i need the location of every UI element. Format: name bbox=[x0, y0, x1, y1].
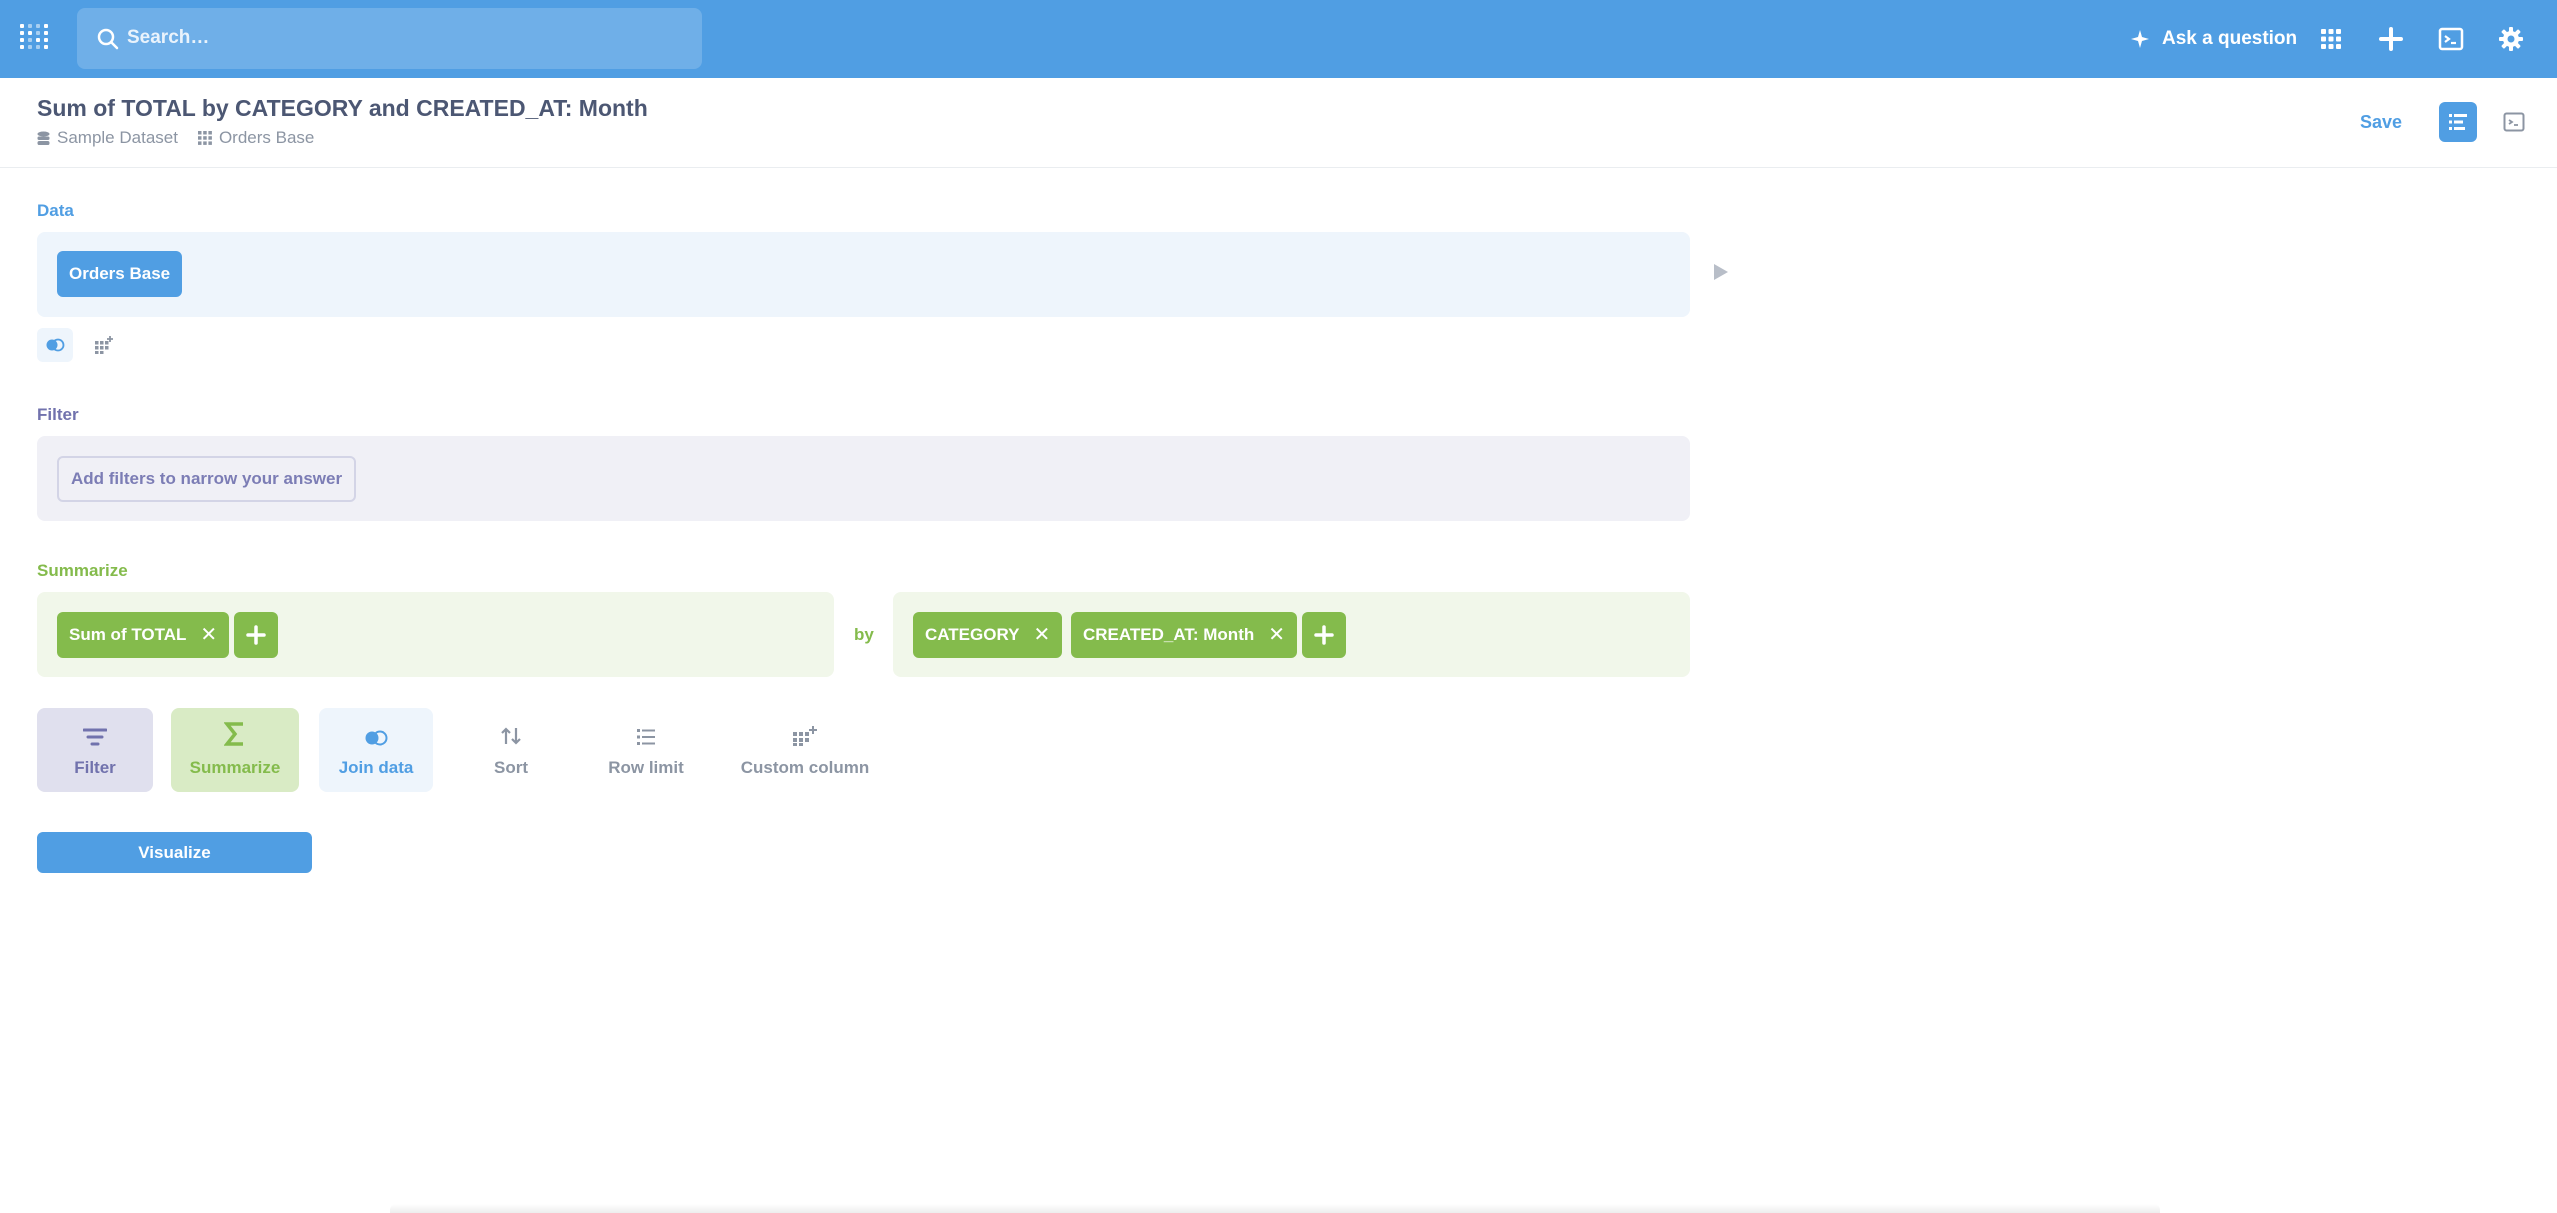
breakout-label: CATEGORY bbox=[925, 625, 1020, 644]
gear-icon[interactable] bbox=[2494, 22, 2528, 56]
sort-action-button[interactable]: Sort bbox=[454, 708, 568, 792]
custom-column-action-label: Custom column bbox=[740, 758, 870, 777]
breakout-pill-category[interactable]: CATEGORY ✕ bbox=[913, 612, 1063, 658]
notebook-icon bbox=[2449, 114, 2467, 130]
add-filter-label: Add filters to narrow your answer bbox=[71, 469, 343, 488]
sparkle-icon bbox=[2131, 30, 2149, 48]
join-mini-button[interactable] bbox=[37, 328, 73, 362]
plus-icon[interactable] bbox=[2374, 22, 2408, 56]
page-title: Sum of TOTAL by CATEGORY and CREATED_AT:… bbox=[37, 95, 648, 121]
terminal-icon[interactable] bbox=[2434, 22, 2468, 56]
add-breakout-button[interactable] bbox=[1302, 612, 1346, 658]
breadcrumb-table[interactable]: Orders Base bbox=[197, 128, 315, 148]
apps-grid-icon[interactable] bbox=[2314, 22, 2348, 56]
sort-action-label: Sort bbox=[494, 758, 528, 777]
breakout-label: CREATED_AT: Month bbox=[1083, 625, 1255, 644]
bottom-panel-edge bbox=[390, 1204, 2160, 1213]
preview-play-icon[interactable] bbox=[1712, 262, 1730, 287]
sort-icon bbox=[501, 727, 521, 745]
breadcrumb-database-label: Sample Dataset bbox=[57, 128, 178, 147]
breadcrumb-database[interactable]: Sample Dataset bbox=[37, 128, 178, 148]
view-sql-icon[interactable] bbox=[2500, 108, 2528, 136]
add-column-icon bbox=[793, 726, 817, 746]
visualize-button[interactable]: Visualize bbox=[37, 832, 312, 873]
close-icon[interactable]: ✕ bbox=[1033, 625, 1050, 645]
sigma-icon bbox=[224, 722, 243, 746]
data-source-pill[interactable]: Orders Base bbox=[57, 251, 183, 297]
row-limit-action-label: Row limit bbox=[608, 758, 684, 777]
data-step-label: Data bbox=[37, 201, 74, 220]
join-icon bbox=[365, 730, 388, 746]
add-metric-button[interactable] bbox=[234, 612, 278, 658]
filter-action-button[interactable]: Filter bbox=[37, 708, 153, 792]
question-header: Sum of TOTAL by CATEGORY and CREATED_AT:… bbox=[0, 78, 2557, 168]
close-icon[interactable]: ✕ bbox=[200, 625, 217, 645]
search-placeholder: Search… bbox=[127, 27, 210, 48]
plus-icon bbox=[246, 625, 266, 645]
search-icon bbox=[97, 28, 119, 50]
join-action-label: Join data bbox=[338, 758, 414, 777]
table-grid-icon bbox=[197, 131, 212, 145]
metabase-logo-icon[interactable] bbox=[18, 22, 54, 56]
breadcrumb: Sample Dataset Orders Base bbox=[37, 128, 334, 148]
close-icon[interactable]: ✕ bbox=[1268, 625, 1285, 645]
summarize-action-label: Summarize bbox=[189, 758, 281, 777]
metric-pill[interactable]: Sum of TOTAL ✕ bbox=[57, 612, 230, 658]
data-step-box bbox=[37, 232, 1690, 317]
add-column-icon bbox=[95, 336, 113, 354]
filter-action-label: Filter bbox=[74, 758, 116, 777]
database-icon bbox=[37, 131, 50, 145]
plus-icon bbox=[1314, 625, 1334, 645]
search-input[interactable]: Search… bbox=[77, 8, 702, 69]
custom-column-mini-button[interactable] bbox=[86, 328, 122, 362]
metric-label: Sum of TOTAL bbox=[69, 625, 187, 644]
ask-question-button[interactable]: Ask a question bbox=[2130, 24, 2297, 54]
data-source-label: Orders Base bbox=[69, 264, 171, 283]
filter-icon bbox=[83, 728, 107, 746]
ask-question-label: Ask a question bbox=[2162, 28, 2298, 49]
notebook-toggle-button[interactable] bbox=[2439, 102, 2477, 142]
summarize-step-label: Summarize bbox=[37, 561, 128, 580]
filter-step-label: Filter bbox=[37, 405, 79, 424]
breakout-pill-created-at[interactable]: CREATED_AT: Month ✕ bbox=[1071, 612, 1298, 658]
summarize-action-button[interactable]: Summarize bbox=[171, 708, 299, 792]
list-icon bbox=[637, 729, 655, 745]
row-limit-action-button[interactable]: Row limit bbox=[589, 708, 703, 792]
add-filter-button[interactable]: Add filters to narrow your answer bbox=[57, 456, 357, 502]
by-label: by bbox=[854, 625, 874, 644]
top-navbar: Search… Ask a question bbox=[0, 0, 2557, 78]
join-icon bbox=[46, 338, 65, 352]
breadcrumb-table-label: Orders Base bbox=[218, 128, 315, 147]
custom-column-action-button[interactable]: Custom column bbox=[731, 708, 879, 792]
join-action-button[interactable]: Join data bbox=[319, 708, 433, 792]
save-button[interactable]: Save bbox=[2360, 112, 2402, 133]
